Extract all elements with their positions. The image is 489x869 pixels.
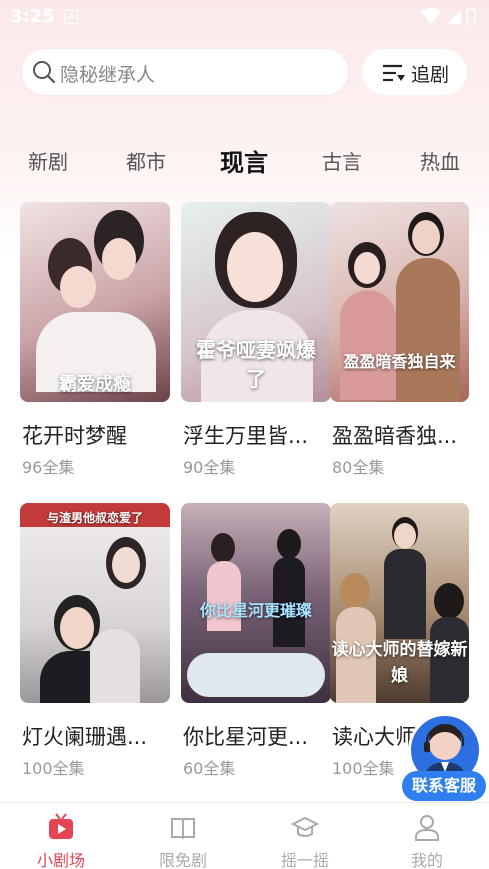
status-bar: 3:25 A (0, 0, 489, 34)
poster-title: 与渣男他叔恋爱了 (46, 511, 143, 525)
episode-count: 96全集 (22, 458, 75, 477)
episode-count: 80全集 (332, 458, 385, 477)
tab-modern-romance[interactable]: 现言 (220, 143, 268, 178)
nav-free[interactable]: 限免剧 (133, 813, 233, 869)
episode-count: 60全集 (183, 759, 236, 778)
user-icon (415, 815, 439, 841)
nav-label: 限免剧 (158, 851, 207, 869)
nav-shake[interactable]: 摇一摇 (255, 813, 355, 869)
episode-count: 100全集 (22, 759, 85, 778)
drama-poster[interactable]: 霸爱成瘾 (20, 202, 170, 402)
drama-title: 花开时梦醒 (22, 424, 127, 448)
tv-icon (49, 813, 73, 839)
drama-poster[interactable]: 读心大师的替嫁新娘 (330, 503, 469, 703)
search-input[interactable]: 隐秘继承人 (22, 49, 348, 95)
poster-title: 霸爱成瘾 (59, 374, 131, 395)
wifi-icon (421, 8, 441, 24)
status-time: 3:25 (10, 6, 55, 27)
episode-count: 90全集 (183, 458, 236, 477)
drama-title: 浮生万里皆... (183, 424, 309, 448)
drama-poster[interactable]: 霍爷哑妻飒爆了 (181, 202, 331, 402)
drama-title: 灯火阑珊遇... (22, 725, 148, 749)
status-icons (421, 8, 476, 25)
notification-icon: A (64, 10, 78, 24)
tab-city[interactable]: 都市 (126, 146, 166, 175)
signal-icon (447, 10, 461, 24)
drama-poster[interactable]: 盈盈暗香独自来 (330, 202, 469, 402)
nav-label: 摇一摇 (280, 851, 329, 869)
drama-poster[interactable]: 与渣男他叔恋爱了 (20, 503, 170, 703)
nav-label: 小剧场 (36, 851, 85, 869)
poster-title: 霍爷哑妻飒爆了 (196, 338, 316, 391)
search-placeholder: 隐秘继承人 (60, 64, 156, 86)
follow-drama-button[interactable]: 追剧 (362, 49, 467, 95)
drama-poster[interactable]: 你比星河更璀璨 (181, 503, 331, 703)
battery-icon (466, 8, 476, 25)
poster-title: 你比星河更璀璨 (199, 601, 312, 620)
tab-action[interactable]: 热血 (420, 146, 460, 175)
nav-profile[interactable]: 我的 (377, 813, 477, 869)
book-icon (171, 818, 195, 840)
poster-title: 读心大师的替嫁新娘 (331, 640, 468, 686)
follow-drama-label: 追剧 (411, 64, 450, 86)
customer-service-button[interactable]: 联系客服 (400, 713, 488, 801)
graduation-cap-icon (291, 816, 319, 837)
tab-new[interactable]: 新剧 (28, 146, 68, 175)
customer-service-label: 联系客服 (402, 771, 486, 801)
nav-theater[interactable]: 小剧场 (11, 813, 111, 869)
search-row: 隐秘继承人 追剧 (22, 49, 467, 97)
drama-title: 盈盈暗香独... (332, 424, 458, 448)
poster-title: 盈盈暗香独自来 (343, 352, 456, 371)
list-filter-icon (383, 64, 405, 82)
tab-ancient-romance[interactable]: 古言 (322, 146, 362, 175)
nav-label: 我的 (410, 851, 443, 869)
episode-count: 100全集 (332, 759, 395, 778)
bottom-nav: 小剧场 限免剧 摇一摇 我的 (0, 802, 489, 869)
drama-title: 你比星河更... (183, 725, 309, 749)
category-tabs: 新剧 都市 现言 古言 热血 (0, 140, 489, 180)
search-icon (33, 61, 56, 84)
